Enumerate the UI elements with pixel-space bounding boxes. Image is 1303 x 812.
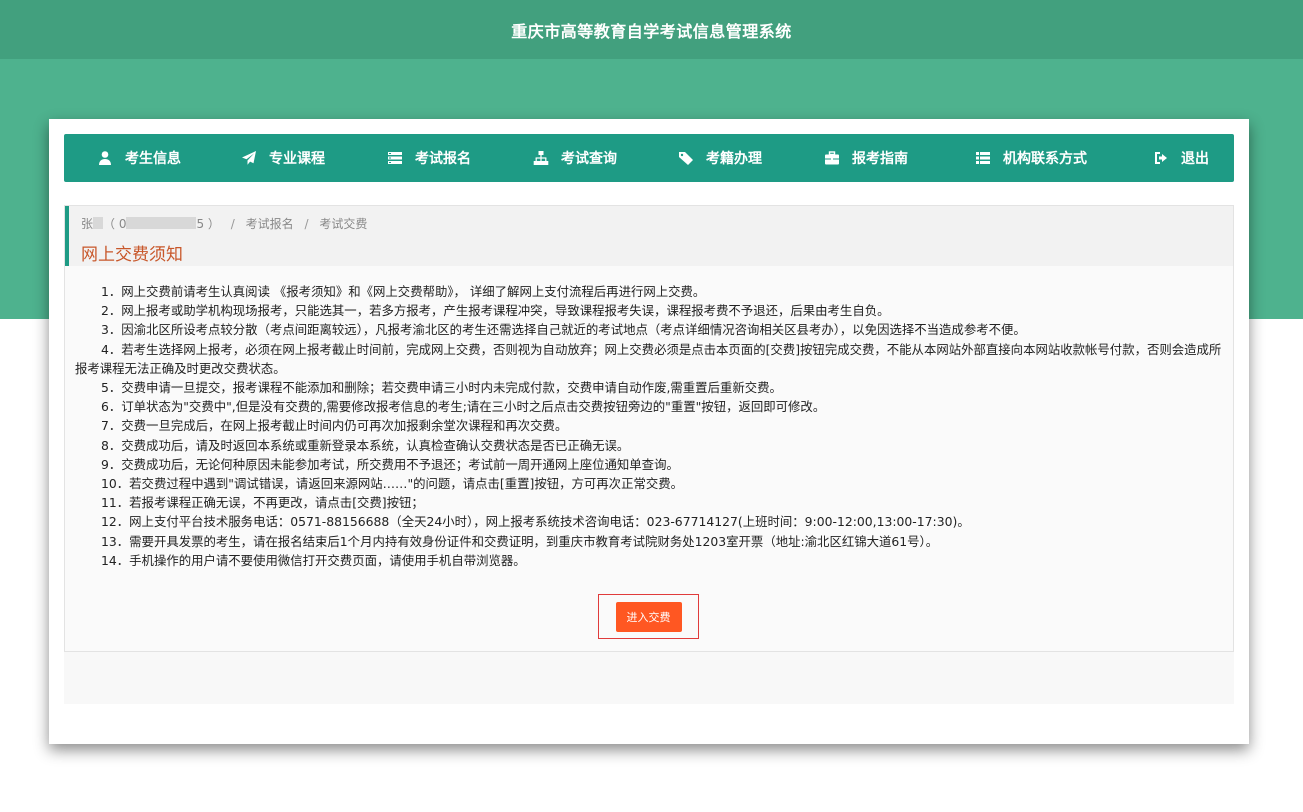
user-icon: [97, 150, 113, 166]
breadcrumb: 张 （ 0 5 ） / 考试报名 / 考试交费: [81, 215, 367, 232]
nav-item-student-info[interactable]: 考生信息: [97, 134, 181, 182]
redacted-block: [126, 217, 197, 229]
breadcrumb-separator: /: [230, 217, 235, 231]
panel-header: 张 （ 0 5 ） / 考试报名 / 考试交费 网上交费须知: [65, 206, 1233, 266]
user-id-suffix: 5 ）: [196, 217, 220, 231]
list-icon: [975, 150, 991, 166]
nav-item-exam-query[interactable]: 考试查询: [533, 134, 617, 182]
footer-strip: [64, 652, 1234, 704]
nav-label: 考生信息: [125, 151, 181, 167]
nav-item-logout[interactable]: 退出: [1153, 134, 1209, 182]
enter-payment-button[interactable]: 进入交费: [615, 601, 682, 632]
sign-out-icon: [1153, 150, 1169, 166]
main-card: 考生信息 专业课程 考试报名 考试查询 考籍办理 报考指南 机构联系方式 退出 …: [49, 119, 1249, 744]
nav-item-exam-guide[interactable]: 报考指南: [824, 134, 908, 182]
user-name: 张: [81, 217, 94, 231]
notice-item: 8．交费成功后，请及时返回本系统或重新登录本系统，认真检查确认交费状态是否已正确…: [101, 437, 630, 453]
notice-item: 9．交费成功后，无论何种原因未能参加考试，所交费用不予退还；考试前一周开通网上座…: [101, 456, 679, 472]
notice-item: 3．因渝北区所设考点较分散（考点间距离较远），凡报考渝北区的考生还需选择自己就近…: [101, 322, 1026, 338]
notice-item: 14．手机操作的用户请不要使用微信打开交费页面，请使用手机自带浏览器。: [101, 552, 526, 568]
notice-list: 1．网上交费前请考生认真阅读 《报考须知》和《网上交费帮助》， 详细了解网上支付…: [75, 282, 1225, 570]
nav-item-exam-registration[interactable]: 考试报名: [387, 134, 471, 182]
notice-item: 1．网上交费前请考生认真阅读 《报考须知》和《网上交费帮助》， 详细了解网上支付…: [101, 284, 706, 299]
nav-item-major-courses[interactable]: 专业课程: [241, 134, 325, 182]
user-id-prefix: （ 0: [103, 217, 127, 231]
main-nav: 考生信息 专业课程 考试报名 考试查询 考籍办理 报考指南 机构联系方式 退出: [64, 134, 1234, 182]
list-card-icon: [387, 150, 403, 166]
notice-item: 12．网上支付平台技术服务电话：0571-88156688（全天24小时），网上…: [101, 514, 970, 530]
nav-label: 专业课程: [269, 151, 325, 167]
notice-item: 5．交费申请一旦提交，报考课程不能添加和删除；若交费申请三小时内未完成付款，交费…: [101, 380, 782, 396]
system-title: 重庆市高等教育自学考试信息管理系统: [511, 21, 792, 41]
fee-notice-panel: 张 （ 0 5 ） / 考试报名 / 考试交费 网上交费须知 1．网上交费前请考生认…: [64, 205, 1234, 652]
notice-item: 13．需要开具发票的考生，请在报名结束后1个月内持有效身份证件和交费证明，到重庆…: [101, 533, 939, 549]
tags-icon: [678, 150, 694, 166]
nav-label: 考试查询: [561, 151, 617, 167]
top-header: 重庆市高等教育自学考试信息管理系统: [0, 0, 1303, 59]
nav-item-record-handling[interactable]: 考籍办理: [678, 134, 762, 182]
panel-title: 网上交费须知: [81, 245, 183, 265]
notice-item: 10．若交费过程中遇到"调试错误，请返回来源网站……"的问题，请点击[重置]按钮…: [101, 476, 684, 492]
breadcrumb-exam-registration[interactable]: 考试报名: [246, 217, 294, 231]
sitemap-icon: [533, 150, 549, 166]
redacted-block: [93, 217, 104, 229]
breadcrumb-exam-payment: 考试交费: [319, 217, 368, 231]
notice-item: 11．若报考课程正确无误，不再更改，请点击[交费]按钮；: [101, 495, 424, 511]
notice-item: 2．网上报考或助学机构现场报考，只能选其一，若多方报考，产生报考课程冲突，导致课…: [101, 303, 890, 319]
nav-label: 考籍办理: [706, 151, 762, 167]
nav-item-institution-contacts[interactable]: 机构联系方式: [975, 134, 1087, 182]
paper-plane-icon: [241, 150, 257, 166]
notice-item: 7．交费一旦完成后，在网上报考截止时间内仍可再次加报剩余堂次课程和再次交费。: [101, 418, 568, 434]
briefcase-icon: [824, 150, 840, 166]
nav-label: 考试报名: [415, 151, 471, 167]
pay-button-frame: 进入交费: [598, 594, 699, 639]
nav-label: 机构联系方式: [1003, 151, 1087, 167]
breadcrumb-separator: /: [304, 217, 309, 231]
nav-label: 退出: [1181, 151, 1209, 167]
notice-item: 4．若考生选择网上报考，必须在网上报考截止时间前，完成网上交费，否则视为自动放弃…: [75, 341, 1222, 376]
notice-item: 6．订单状态为"交费中",但是没有交费的,需要修改报考信息的考生;请在三小时之后…: [101, 399, 826, 415]
nav-label: 报考指南: [852, 151, 908, 167]
